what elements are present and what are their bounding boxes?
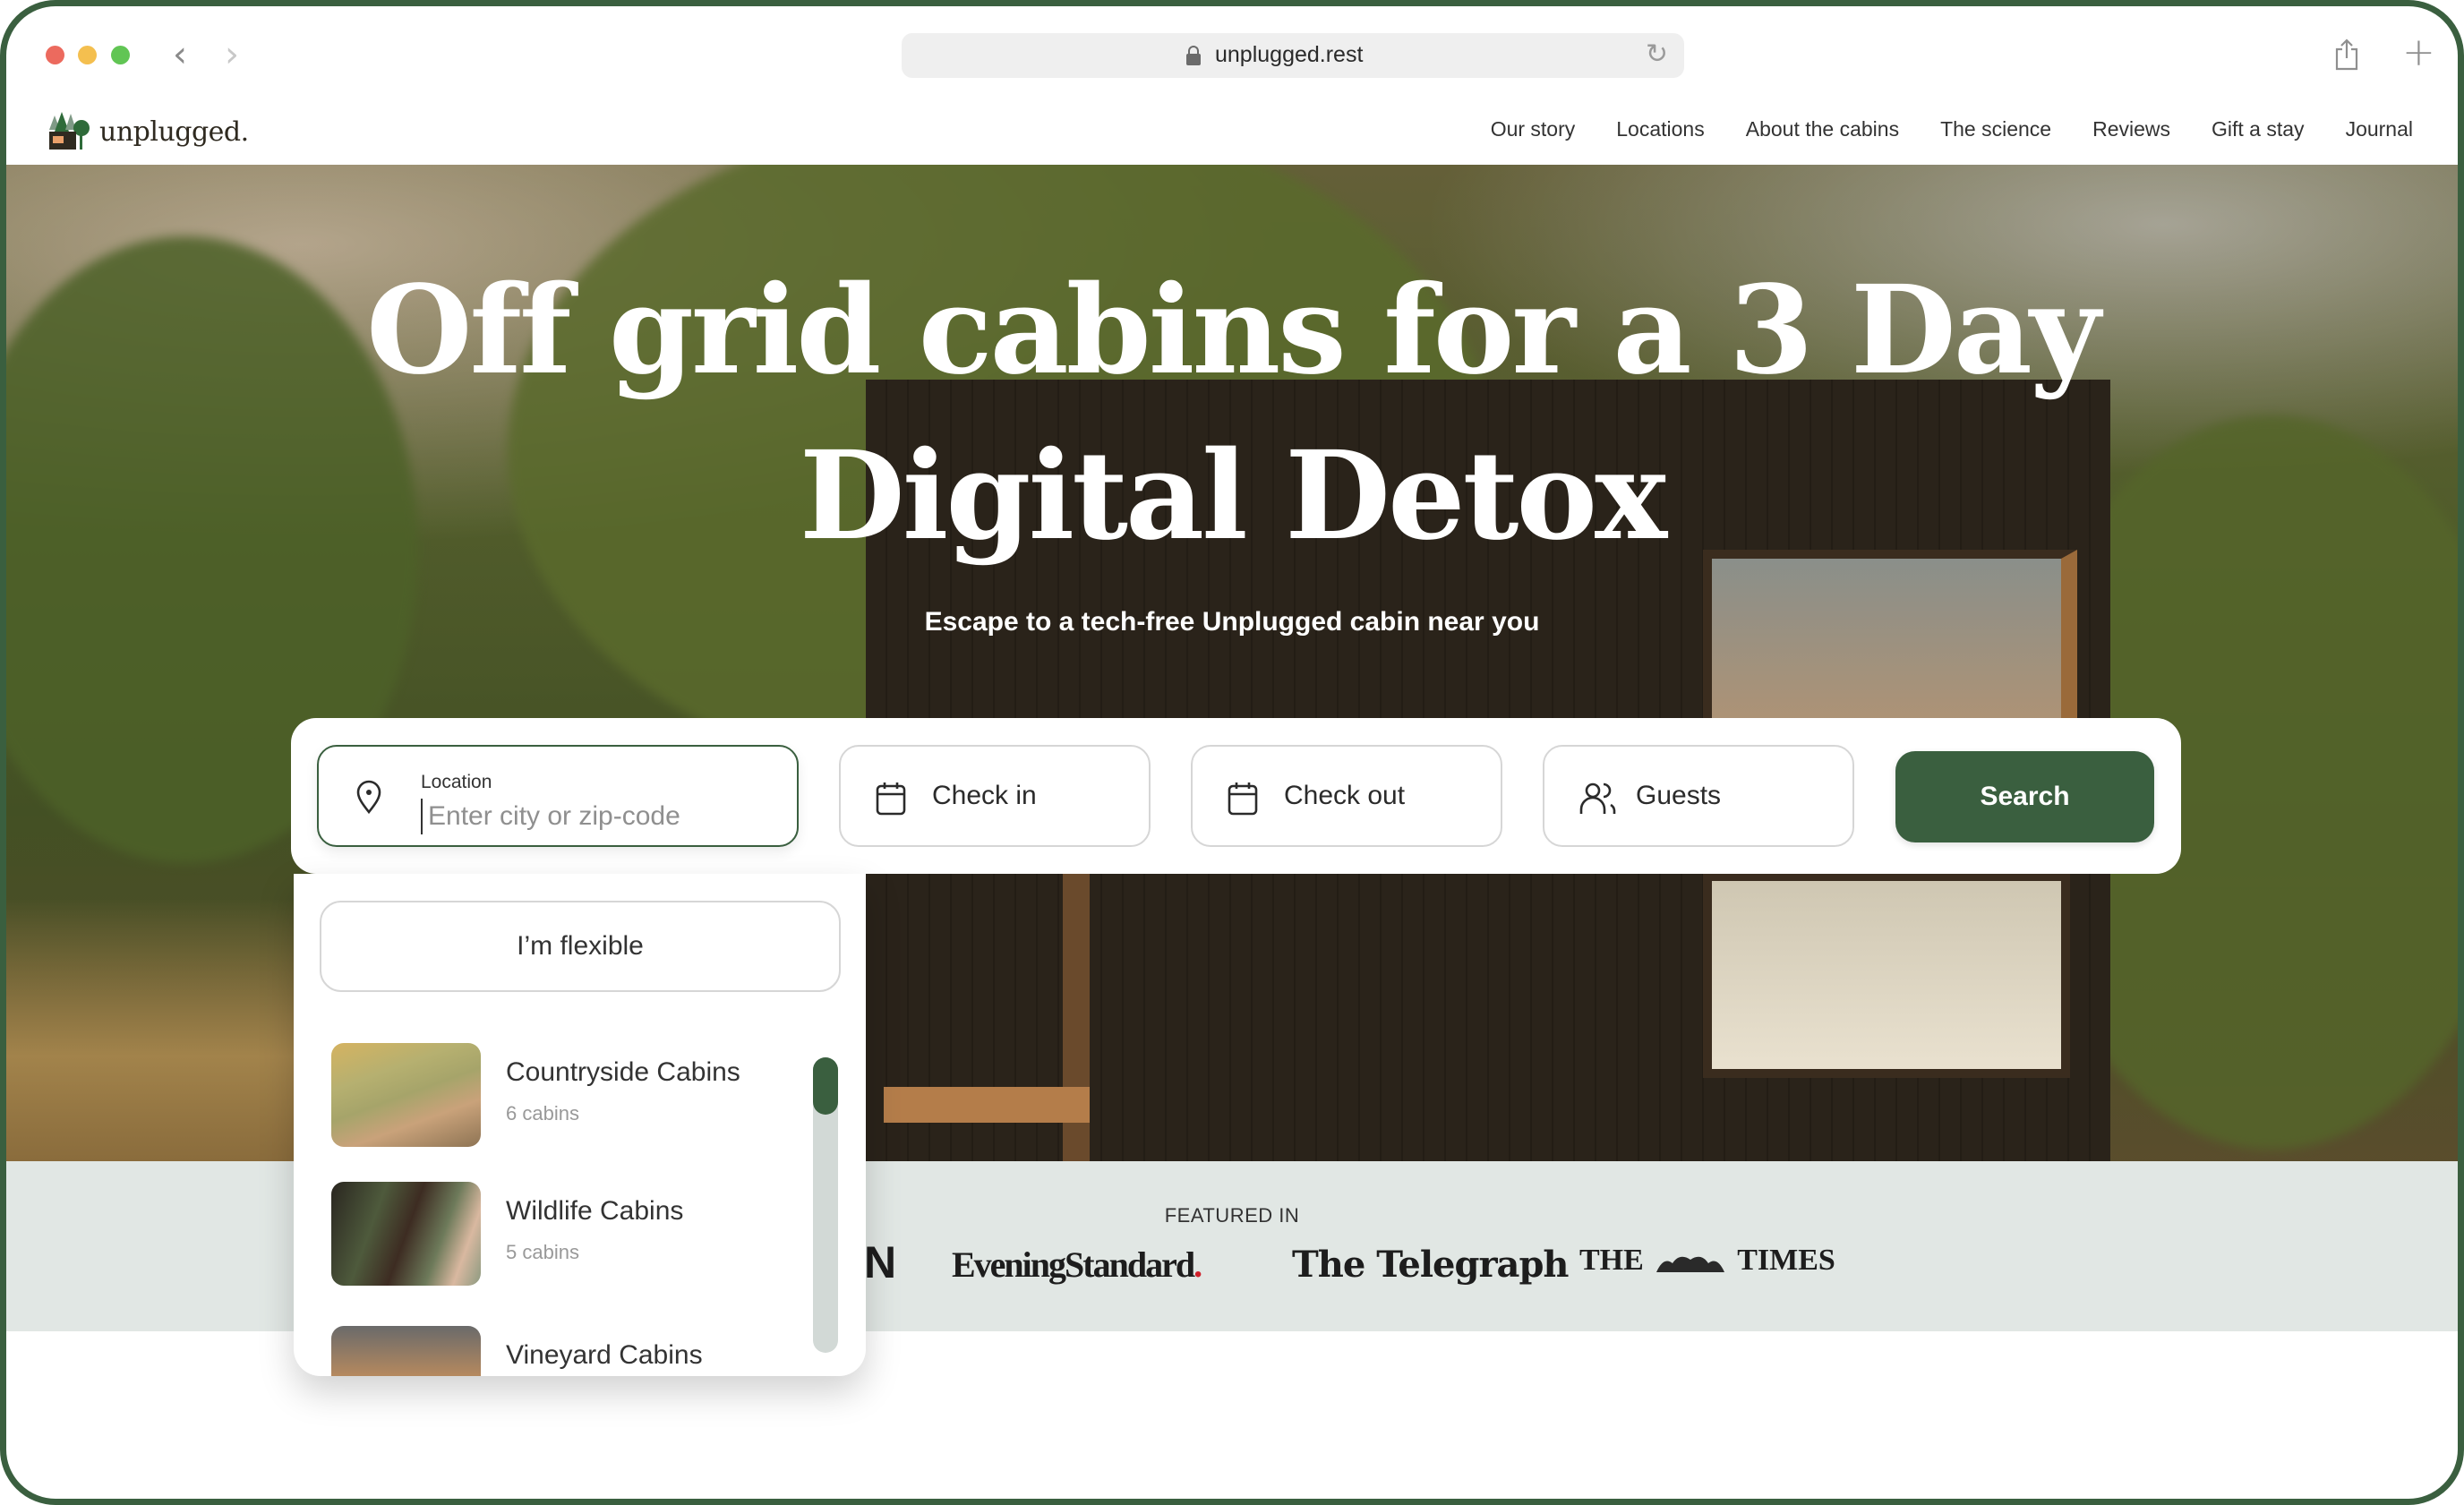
- press-logo-text: THE: [1579, 1244, 1644, 1277]
- chevron-right-icon[interactable]: ›: [225, 33, 239, 76]
- list-item-countryside[interactable]: Countryside Cabins 6 cabins: [331, 1043, 761, 1149]
- share-icon[interactable]: [2334, 38, 2359, 71]
- guests-field[interactable]: Guests: [1543, 745, 1854, 847]
- guests-label: Guests: [1636, 781, 1722, 810]
- plus-icon[interactable]: +: [2402, 30, 2435, 75]
- crest-icon: [1656, 1257, 1725, 1273]
- press-logo-times: THE TIMES: [1579, 1244, 1835, 1278]
- location-name: Vineyard Cabins: [506, 1340, 703, 1370]
- url-text: unplugged.rest: [1215, 42, 1364, 67]
- nav-locations[interactable]: Locations: [1616, 117, 1704, 141]
- hero-title-line1: Off grid cabins for a 3 Day: [366, 259, 2100, 402]
- check-in-field[interactable]: Check in: [839, 745, 1151, 847]
- check-out-label: Check out: [1284, 781, 1406, 810]
- hero-title-line2: Digital Detox: [799, 424, 1667, 568]
- nav-our-story[interactable]: Our story: [1491, 117, 1576, 141]
- lock-icon: [1186, 46, 1201, 65]
- red-dot-icon: .: [1194, 1244, 1202, 1285]
- hero-picnic-table: [884, 1087, 1090, 1123]
- map-pin-icon: [356, 780, 381, 815]
- location-name: Wildlife Cabins: [506, 1196, 684, 1226]
- browser-window: ‹ › unplugged.rest ↻ + unplugged. Our st…: [0, 0, 2464, 1505]
- cabin-trees-icon: [49, 112, 90, 150]
- nav-the-science[interactable]: The science: [1940, 117, 2051, 141]
- main-nav: Our story Locations About the cabins The…: [1491, 117, 2413, 141]
- countryside-thumbnail: [331, 1043, 481, 1147]
- press-logo-text: TIMES: [1737, 1244, 1835, 1277]
- featured-label-text: FEATURED IN: [1164, 1204, 1300, 1227]
- nav-gift-a-stay[interactable]: Gift a stay: [2212, 117, 2305, 141]
- location-count: 6 cabins: [506, 1102, 579, 1124]
- location-input[interactable]: [421, 799, 777, 834]
- calendar-icon: [1228, 782, 1258, 816]
- hero-cabin-window: [1703, 872, 2070, 1078]
- location-label: Location: [421, 772, 492, 792]
- press-logo-evening-standard: EveningStandard.: [952, 1244, 1202, 1286]
- nav-about-cabins[interactable]: About the cabins: [1746, 117, 1899, 141]
- address-bar[interactable]: unplugged.rest ↻: [902, 33, 1684, 78]
- press-logo-text: EveningStandard: [952, 1244, 1195, 1285]
- list-item-wildlife[interactable]: Wildlife Cabins 5 cabins: [331, 1182, 761, 1287]
- location-dropdown: I’m flexible Countryside Cabins 6 cabins…: [294, 874, 866, 1376]
- chevron-left-icon[interactable]: ‹: [173, 33, 187, 76]
- location-count: 5 cabins: [506, 1241, 579, 1263]
- calendar-icon: [876, 782, 906, 816]
- close-window-button[interactable]: [46, 46, 64, 64]
- wildlife-thumbnail: [331, 1182, 481, 1286]
- nav-reviews[interactable]: Reviews: [2092, 117, 2170, 141]
- zoom-window-button[interactable]: [111, 46, 130, 64]
- press-logo-telegraph: The Telegraph: [1292, 1244, 1570, 1286]
- hero-subtitle: Escape to a tech-free Unplugged cabin ne…: [924, 607, 1540, 637]
- check-out-field[interactable]: Check out: [1191, 745, 1502, 847]
- reload-icon[interactable]: ↻: [1646, 38, 1668, 70]
- brand-wordmark: unplugged.: [99, 115, 249, 148]
- users-icon: [1579, 782, 1616, 814]
- vineyard-thumbnail: [331, 1326, 481, 1376]
- press-logo-partial: N: [864, 1237, 897, 1287]
- location-name: Countryside Cabins: [506, 1057, 740, 1087]
- im-flexible-button[interactable]: I’m flexible: [320, 901, 841, 992]
- dropdown-scrollbar-thumb[interactable]: [813, 1057, 838, 1115]
- search-button[interactable]: Search: [1895, 751, 2154, 842]
- browser-toolbar: ‹ › unplugged.rest ↻ +: [6, 6, 2458, 96]
- logo[interactable]: unplugged.: [46, 112, 249, 151]
- list-item-vineyard[interactable]: Vineyard Cabins: [331, 1326, 761, 1376]
- check-in-label: Check in: [932, 781, 1037, 810]
- location-field[interactable]: Location: [317, 745, 799, 847]
- nav-journal[interactable]: Journal: [2346, 117, 2413, 141]
- minimize-window-button[interactable]: [78, 46, 97, 64]
- site-header: unplugged. Our story Locations About the…: [6, 96, 2458, 166]
- search-panel: Location Check in Check out: [291, 718, 2181, 874]
